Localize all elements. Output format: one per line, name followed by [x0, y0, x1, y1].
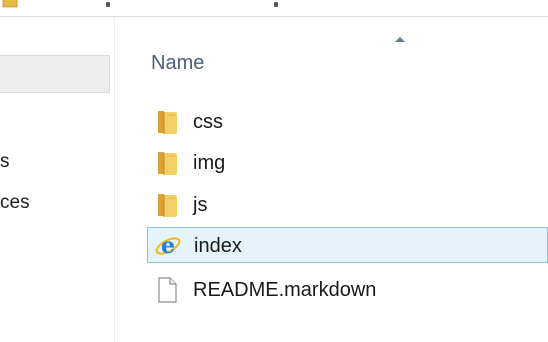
file-name: index [194, 235, 242, 257]
nav-item-selected[interactable] [0, 55, 110, 93]
navigation-pane: s ces [0, 17, 115, 342]
file-row-img[interactable]: img [147, 145, 548, 181]
nav-item-label: ces [0, 192, 30, 213]
sort-ascending-icon [395, 37, 405, 42]
file-name: img [193, 152, 226, 174]
folder-icon [2, 0, 18, 8]
file-row-readme[interactable]: README.markdown [147, 272, 548, 308]
column-header-name[interactable]: Name [151, 51, 204, 75]
file-row-css[interactable]: css [147, 104, 548, 140]
file-row-index[interactable]: e index [147, 227, 548, 263]
file-explorer-window: s ces Name css img js e index README.mar… [0, 0, 548, 342]
folder-icon [158, 194, 177, 217]
nav-item-label: s [0, 151, 10, 172]
file-name: README.markdown [193, 279, 377, 301]
svg-text:e: e [161, 233, 175, 259]
file-name: js [193, 194, 208, 216]
file-name: css [193, 111, 223, 133]
document-icon [158, 277, 177, 303]
nav-item[interactable]: ces [0, 192, 30, 214]
address-path-fragment [274, 2, 278, 7]
folder-icon [158, 152, 177, 175]
address-bar[interactable] [0, 0, 548, 17]
internet-explorer-icon: e [155, 233, 181, 259]
folder-icon [158, 111, 177, 134]
file-list: Name css img js e index README.markdown [115, 17, 548, 342]
nav-item[interactable]: s [0, 151, 10, 173]
file-row-js[interactable]: js [147, 187, 548, 223]
address-path-fragment [106, 2, 110, 7]
